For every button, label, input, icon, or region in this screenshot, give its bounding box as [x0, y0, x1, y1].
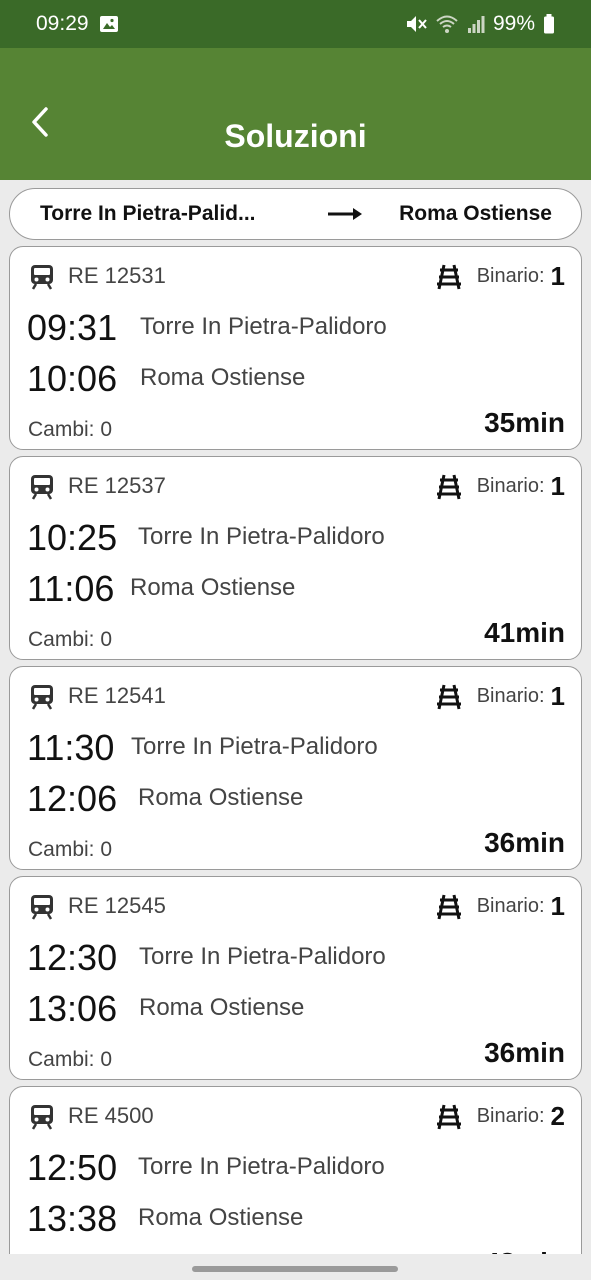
platform-info: Binario: 1	[435, 261, 565, 292]
arrival-time: 13:06	[27, 988, 118, 1029]
mute-icon	[406, 16, 427, 32]
clock: 09:29	[36, 12, 89, 35]
arrival-time: 11:06	[27, 568, 115, 609]
wifi-icon	[436, 15, 458, 33]
train-icon	[28, 1103, 56, 1131]
departure-time: 09:31	[27, 307, 118, 348]
solution-card[interactable]: RE 12541 Binario: 1 11:30 Torre In Pietra-Pa…	[9, 666, 582, 870]
platform-label: Binario:	[476, 265, 545, 287]
platform-number: 1	[550, 891, 565, 921]
platform-number: 1	[550, 681, 565, 711]
platform-label: Binario:	[476, 895, 545, 917]
departure-station: Torre In Pietra-Palidoro	[140, 313, 387, 340]
navigation-bar	[0, 1254, 591, 1280]
departure-time: 12:50	[27, 1147, 118, 1188]
changes-count: Cambi: 0	[28, 628, 113, 651]
train-number: RE 12531	[68, 263, 166, 288]
train-icon	[28, 263, 56, 291]
arrival-station: Roma Ostiense	[140, 364, 306, 391]
trip-duration: 35min	[484, 407, 565, 438]
solution-card[interactable]: RE 12537 Binario: 1 10:25 Torre In Pietra-Pa…	[9, 456, 582, 660]
train-number: RE 12545	[68, 893, 166, 918]
route-destination: Roma Ostiense	[399, 202, 552, 225]
platform-label: Binario:	[476, 1105, 545, 1127]
arrival-time: 13:38	[27, 1198, 118, 1239]
trip-duration: 41min	[484, 617, 565, 648]
solution-card[interactable]: RE 12545 Binario: 1 12:30 Torre In Pietra-Pa…	[9, 876, 582, 1080]
platform-label: Binario:	[476, 475, 545, 497]
train-icon	[28, 893, 56, 921]
status-bar: 09:29 99%	[0, 0, 591, 48]
arrival-time: 12:06	[27, 778, 118, 819]
train-number: RE 12537	[68, 473, 166, 498]
trip-duration: 36min	[484, 827, 565, 858]
status-right: 99%	[405, 12, 555, 36]
departure-station: Torre In Pietra-Palidoro	[138, 523, 385, 550]
departure-station: Torre In Pietra-Palidoro	[138, 1153, 385, 1180]
battery-icon	[544, 14, 554, 34]
status-left: 09:29	[36, 12, 119, 36]
railway-track-icon	[435, 473, 463, 501]
platform-number: 2	[550, 1101, 565, 1131]
railway-track-icon	[435, 263, 463, 291]
changes-count: Cambi: 0	[28, 1048, 113, 1071]
app-bar: Soluzioni	[0, 48, 591, 180]
platform-info: Binario: 1	[435, 681, 565, 712]
platform-info: Binario: 1	[435, 471, 565, 502]
page-title: Soluzioni	[224, 118, 367, 154]
departure-time: 12:30	[27, 937, 118, 978]
railway-track-icon	[435, 893, 463, 921]
solution-card[interactable]: RE 4500 Binario: 2 12:50 Torre In Pietra-Pal…	[9, 1086, 582, 1280]
railway-track-icon	[435, 1103, 463, 1131]
departure-time: 11:30	[27, 727, 115, 768]
route-origin: Torre In Pietra-Palid...	[40, 202, 256, 225]
route-summary[interactable]: Torre In Pietra-Palid... Roma Ostiense	[9, 188, 582, 240]
home-gesture-handle[interactable]	[192, 1266, 398, 1272]
gallery-icon	[99, 16, 118, 32]
platform-number: 1	[550, 261, 565, 291]
battery-percent: 99%	[492, 12, 535, 35]
platform-info: Binario: 1	[435, 891, 565, 922]
train-icon	[28, 683, 56, 711]
platform-number: 1	[550, 471, 565, 501]
arrival-time: 10:06	[27, 358, 118, 399]
trip-duration: 36min	[484, 1037, 565, 1068]
solution-card[interactable]: RE 12531 Binario: 1 09:31 Torre In Pietra-Pa…	[9, 246, 582, 450]
train-icon	[28, 473, 56, 501]
departure-station: Torre In Pietra-Palidoro	[131, 733, 378, 760]
train-number: RE 4500	[68, 1103, 154, 1128]
arrow-right-icon	[327, 206, 363, 222]
arrival-station: Roma Ostiense	[138, 1204, 304, 1231]
platform-label: Binario:	[476, 685, 545, 707]
arrival-station: Roma Ostiense	[138, 784, 304, 811]
departure-time: 10:25	[27, 517, 118, 558]
arrival-station: Roma Ostiense	[130, 574, 296, 601]
arrival-station: Roma Ostiense	[139, 994, 305, 1021]
signal-icon	[467, 16, 485, 33]
departure-station: Torre In Pietra-Palidoro	[139, 943, 386, 970]
railway-track-icon	[435, 683, 463, 711]
train-number: RE 12541	[68, 683, 166, 708]
changes-count: Cambi: 0	[28, 418, 113, 441]
changes-count: Cambi: 0	[28, 838, 113, 861]
platform-info: Binario: 2	[435, 1101, 565, 1132]
